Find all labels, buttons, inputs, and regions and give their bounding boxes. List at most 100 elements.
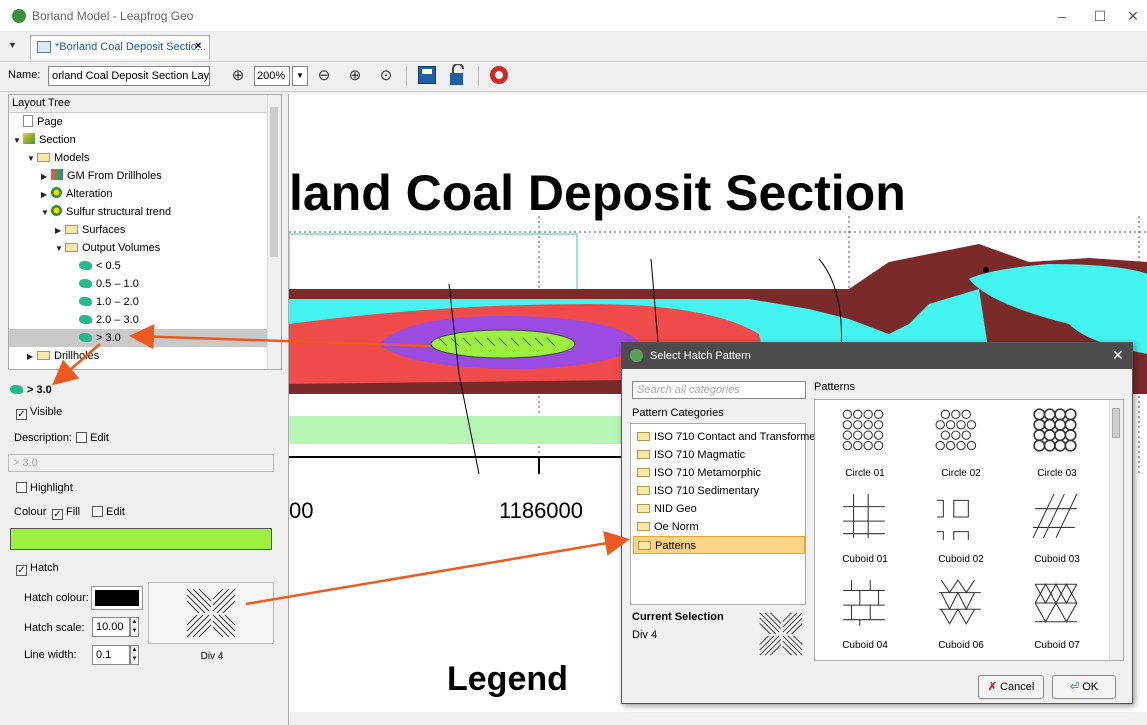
tab-label: *Borland Coal Deposit Sectio... (55, 41, 207, 53)
tree-scrollbar-thumb[interactable] (270, 107, 278, 257)
hatch-scale-label: Hatch scale: (24, 622, 85, 634)
hatch-checkbox[interactable]: ✓ Hatch (16, 562, 59, 576)
expand-down-icon[interactable]: ▼ (55, 240, 65, 258)
minimize-button[interactable]: – (1045, 4, 1079, 28)
category-item-selected[interactable]: Patterns (633, 536, 805, 554)
tree-item[interactable]: ▶ Alteration (41, 185, 112, 203)
tree-item[interactable]: ▼ Section (13, 131, 76, 149)
tree-item[interactable]: ▼ Models (27, 149, 89, 167)
patterns-scrollbar-thumb[interactable] (1112, 408, 1120, 438)
fill-colour-swatch[interactable] (10, 528, 272, 550)
expand-right-icon[interactable]: ▶ (27, 348, 37, 366)
expand-down-icon[interactable]: ▼ (27, 150, 37, 168)
tree-item[interactable]: ▶ Surfaces (55, 221, 125, 239)
tree-item[interactable]: ▼ Sulfur structural trend (41, 203, 171, 221)
tree-item[interactable]: 0.5 – 1.0 (69, 275, 139, 293)
zoom-dropdown-button[interactable]: ▼ (292, 66, 308, 86)
hatch-scale-input[interactable]: 10.00 (92, 617, 130, 637)
pattern-tile[interactable]: Cuboid 06 (921, 574, 1001, 656)
pattern-tile[interactable]: Cuboid 07 (1017, 574, 1097, 656)
hatch-colour-label: Hatch colour: (24, 592, 89, 604)
tree-item[interactable]: 1.0 – 2.0 (69, 293, 139, 311)
tree-item-label: Models (54, 152, 90, 164)
colour-edit-checkbox[interactable]: Edit (92, 506, 125, 518)
zoom-in-icon[interactable]: ⊕ (228, 66, 248, 86)
pattern-tile[interactable]: Cuboid 03 (1017, 488, 1097, 570)
close-window-button[interactable]: ✕ (1116, 4, 1147, 28)
checkbox-icon: ✓ (52, 509, 63, 520)
tree-item-label: Surfaces (82, 224, 126, 236)
category-item[interactable]: Oe Norm (633, 518, 805, 536)
category-item[interactable]: ISO 710 Sedimentary (633, 482, 805, 500)
select-hatch-pattern-dialog: Select Hatch Pattern ✕ Search all catego… (621, 342, 1133, 704)
tab-list-dropdown-icon[interactable]: ▼ (8, 40, 17, 50)
expand-right-icon[interactable]: ▶ (55, 222, 65, 240)
category-item[interactable]: ISO 710 Magmatic (633, 446, 805, 464)
patterns-scrollbar[interactable] (1109, 400, 1123, 660)
lifebuoy-icon[interactable] (490, 66, 508, 84)
unlock-icon[interactable] (449, 64, 467, 86)
volume-icon (79, 315, 92, 324)
tree-item[interactable]: 2.0 – 3.0 (69, 311, 139, 329)
cuboid-03-pattern-icon (1032, 493, 1078, 539)
tree-item-label: Page (37, 116, 63, 128)
cuboid-06-pattern-icon (939, 579, 981, 625)
pattern-tile[interactable]: Cuboid 02 (921, 488, 1001, 570)
cancel-button[interactable]: ✗ Cancel (978, 675, 1044, 699)
toolbar-separator (406, 66, 407, 86)
canvas-horizontal-scrollbar[interactable] (289, 712, 1147, 725)
expand-right-icon[interactable]: ▶ (41, 168, 51, 186)
pattern-tile[interactable]: Circle 01 (825, 402, 905, 484)
pattern-tile[interactable]: Cuboid 04 (825, 574, 905, 656)
zoom-reset-icon[interactable]: ⊙ (376, 66, 396, 86)
tree-item[interactable]: ▶ Drillholes (27, 347, 99, 365)
category-item[interactable]: ISO 710 Contact and Transformed (633, 428, 822, 446)
description-input[interactable]: > 3.0 (8, 454, 274, 472)
line-width-spinner[interactable]: ▲ ▼ (130, 645, 139, 665)
tree-item-selected[interactable]: > 3.0 (69, 329, 121, 347)
zoom-level-input[interactable]: 200% (254, 66, 290, 86)
category-label: ISO 710 Metamorphic (654, 467, 761, 479)
save-icon[interactable] (418, 66, 436, 84)
expand-down-icon[interactable]: ▼ (41, 204, 51, 222)
maximize-button[interactable]: ☐ (1083, 4, 1117, 28)
tree-item[interactable]: ▶ GM From Drillholes (41, 167, 162, 185)
highlight-checkbox[interactable]: Highlight (16, 482, 73, 494)
pattern-tile[interactable]: Circle 02 (921, 402, 1001, 484)
category-search-input[interactable]: Search all categories (632, 381, 806, 399)
ok-label: OK (1082, 681, 1099, 693)
zoom-fit-icon[interactable]: ⊕ (345, 66, 365, 86)
dialog-close-button[interactable]: ✕ (1112, 347, 1124, 364)
fill-checkbox[interactable]: ✓ Fill (52, 506, 80, 520)
expand-right-icon[interactable]: ▶ (41, 186, 51, 204)
tab-section-layout[interactable]: *Borland Coal Deposit Sectio... × (30, 35, 210, 59)
visible-checkbox[interactable]: ✓ Visible (16, 406, 62, 420)
hatch-colour-button[interactable] (91, 586, 143, 610)
category-item[interactable]: NID Geo (633, 500, 805, 518)
circle-01-pattern-icon (842, 409, 884, 451)
folder-icon (637, 432, 650, 441)
tree-item[interactable]: ▼ Output Volumes (55, 239, 160, 257)
line-width-label: Line width: (24, 649, 77, 661)
hatch-label: Hatch (30, 562, 59, 574)
hatch-scale-spinner[interactable]: ▲ ▼ (130, 617, 139, 637)
zoom-out-icon[interactable]: ⊖ (314, 66, 334, 86)
enter-arrow-icon: ⏎ (1069, 681, 1080, 693)
description-edit-checkbox[interactable]: Edit (76, 432, 109, 444)
pattern-tile[interactable]: Circle 03 (1017, 402, 1097, 484)
colour-edit-label: Edit (106, 506, 125, 518)
pattern-label: Cuboid 07 (1034, 640, 1080, 651)
volume-icon (79, 333, 92, 342)
colour-label: Colour (14, 506, 47, 518)
category-item[interactable]: ISO 710 Metamorphic (633, 464, 805, 482)
tree-item[interactable]: Page (13, 113, 63, 131)
tree-item[interactable]: < 0.5 (69, 257, 121, 275)
tab-close-button[interactable]: × (195, 40, 201, 52)
hatch-pattern-button[interactable]: Div 4 (148, 582, 274, 662)
ok-button[interactable]: ⏎ OK (1052, 675, 1116, 699)
pattern-tile[interactable]: Cuboid 01 (825, 488, 905, 570)
line-width-input[interactable]: 0.1 (92, 645, 130, 665)
expand-down-icon[interactable]: ▼ (13, 132, 23, 150)
layout-name-input[interactable]: orland Coal Deposit Section Layout (48, 66, 210, 86)
tree-item-label: 1.0 – 2.0 (96, 296, 139, 308)
